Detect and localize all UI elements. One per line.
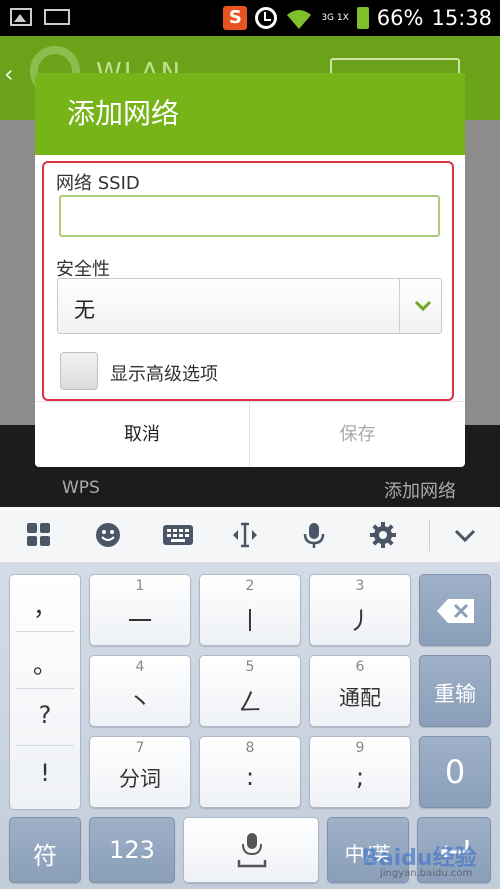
- wps-button[interactable]: WPS: [62, 478, 100, 498]
- key-7[interactable]: 7 分词: [89, 736, 191, 808]
- alarm-clock-icon: [255, 7, 278, 29]
- watermark-url: jingyan.baidu.com: [380, 868, 473, 879]
- key-9[interactable]: 9 ;: [309, 736, 411, 808]
- key-1[interactable]: 1 一: [89, 574, 191, 646]
- wifi-icon: [287, 10, 312, 29]
- grid-icon[interactable]: [25, 521, 53, 549]
- ssid-input[interactable]: [59, 195, 440, 237]
- punct-divider: [16, 745, 74, 746]
- security-value: 无: [74, 298, 95, 322]
- backspace-key[interactable]: [419, 574, 491, 646]
- toolbar-divider: [429, 519, 430, 551]
- keyboard-icon[interactable]: [162, 521, 194, 549]
- voice-space-icon: [237, 833, 267, 868]
- punct-question-key[interactable]: ?: [10, 701, 80, 729]
- key-6[interactable]: 6 通配: [309, 655, 411, 727]
- cancel-button[interactable]: 取消: [35, 402, 249, 467]
- reenter-key[interactable]: 重输: [419, 655, 491, 727]
- add-network-dialog: 添加网络 网络 SSID 安全性 无 显示高级选项 取消 保存: [35, 73, 465, 467]
- punct-period-key[interactable]: 。: [10, 645, 80, 680]
- punct-exclaim-key[interactable]: !: [10, 759, 80, 787]
- battery-icon: [356, 7, 369, 29]
- sogou-app-icon: S: [223, 6, 248, 30]
- chevron-down-icon: [414, 300, 432, 312]
- back-chevron-icon[interactable]: ‹: [4, 60, 14, 88]
- punct-divider: [16, 688, 74, 689]
- key-4[interactable]: 4 丶: [89, 655, 191, 727]
- battery-percent: 66%: [376, 6, 424, 30]
- microphone-icon[interactable]: [300, 521, 328, 549]
- space-key[interactable]: [183, 817, 319, 883]
- keyboard-notification-icon: [44, 9, 70, 25]
- key-8[interactable]: 8 :: [199, 736, 301, 808]
- zero-key[interactable]: 0: [419, 736, 491, 808]
- status-bar: S 3G 1X 66% 15:38: [0, 0, 500, 36]
- ssid-label: 网络 SSID: [56, 173, 140, 194]
- select-divider: [399, 279, 400, 333]
- image-notification-icon: [10, 8, 32, 26]
- save-button[interactable]: 保存: [250, 402, 465, 467]
- symbols-key[interactable]: 符: [9, 817, 81, 883]
- advanced-options-checkbox[interactable]: [60, 352, 98, 390]
- key-2[interactable]: 2 丨: [199, 574, 301, 646]
- key-5[interactable]: 5 ㄥ: [199, 655, 301, 727]
- dialog-title: 添加网络: [35, 73, 465, 155]
- keyboard-toolbar: [0, 507, 500, 563]
- baidu-watermark: Baidu经验 jingyan.baidu.com: [340, 836, 480, 884]
- punctuation-column[interactable]: ， 。 ? !: [9, 574, 81, 810]
- cursor-icon[interactable]: [231, 521, 259, 549]
- add-network-button[interactable]: 添加网络: [384, 477, 456, 503]
- emoji-icon[interactable]: [94, 521, 122, 549]
- chevron-down-icon[interactable]: [451, 521, 479, 549]
- key-3[interactable]: 3 丿: [309, 574, 411, 646]
- punct-comma-key[interactable]: ，: [10, 587, 80, 622]
- gear-icon[interactable]: [369, 521, 397, 549]
- network-type: 3G 1X: [321, 13, 349, 23]
- advanced-options-label: 显示高级选项: [110, 364, 218, 385]
- punct-divider: [16, 631, 74, 632]
- security-select[interactable]: 无: [57, 278, 442, 334]
- backspace-icon: [437, 599, 474, 623]
- clock-time: 15:38: [431, 6, 492, 30]
- dialog-footer: 取消 保存: [35, 401, 465, 467]
- numbers-key[interactable]: 123: [89, 817, 175, 883]
